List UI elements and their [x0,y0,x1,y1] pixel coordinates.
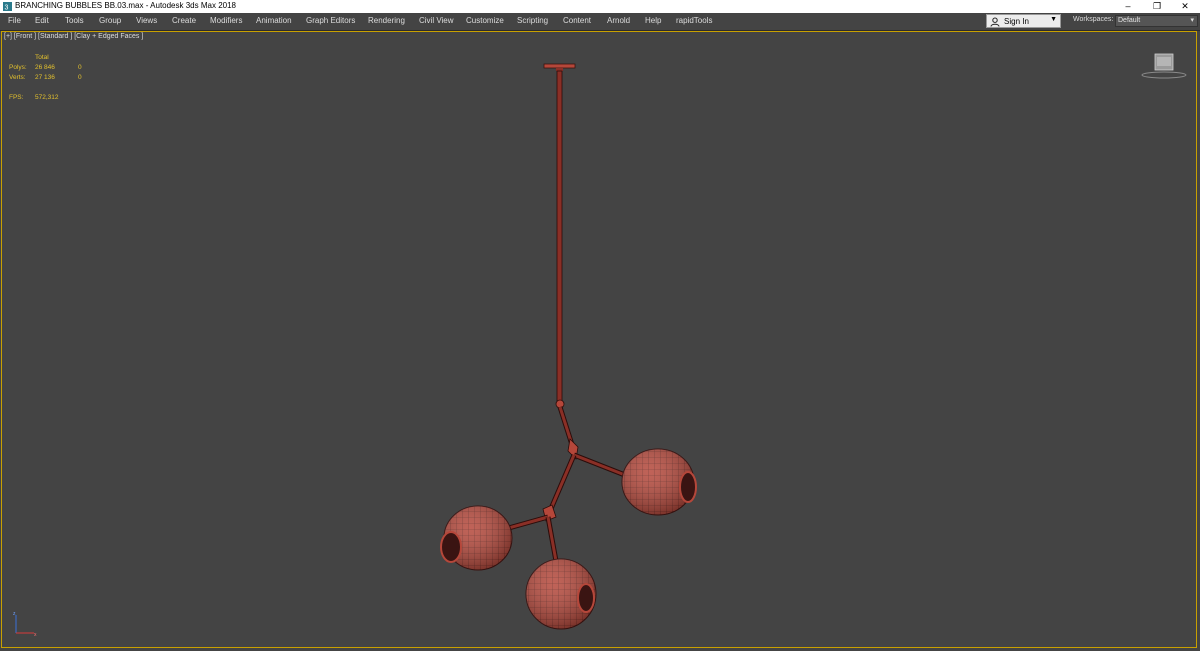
branching-bubbles-mesh[interactable] [0,31,1200,648]
menu-bar: File Edit Tools Group Views Create Modif… [0,13,1200,31]
menu-group[interactable]: Group [99,16,121,25]
menu-scripting[interactable]: Scripting [517,16,548,25]
workspaces-value: Default [1118,17,1141,24]
menu-customize[interactable]: Customize [466,16,504,25]
hanging-rod [556,70,563,402]
menu-create[interactable]: Create [172,16,196,25]
workspaces-label: Workspaces: [1073,16,1114,23]
menu-modifiers[interactable]: Modifiers [210,16,242,25]
workspaces-select[interactable]: Default ▾ [1115,15,1198,27]
menu-rendering[interactable]: Rendering [368,16,405,25]
menu-civil-view[interactable]: Civil View [419,16,454,25]
branch-arms [504,399,631,562]
minimize-button[interactable]: – [1113,0,1143,13]
window-title: BRANCHING BUBBLES BB.03.max - Autodesk 3… [15,1,236,10]
menu-graph-editors[interactable]: Graph Editors [306,16,355,25]
bubble-right [621,448,697,516]
chevron-down-icon: ▾ [1190,17,1194,24]
menu-edit[interactable]: Edit [35,16,49,25]
app-icon: 3 [3,2,12,11]
menu-rapidtools[interactable]: rapidTools [676,16,712,25]
sign-in-label: Sign In [1004,17,1029,26]
svg-text:3: 3 [5,5,9,12]
ceiling-canopy [543,63,576,71]
bubble-left [440,505,513,571]
menu-tools[interactable]: Tools [65,16,84,25]
restore-button[interactable]: ❐ [1142,0,1172,13]
viewport-front[interactable]: [+] [Front ] [Standard ] [Clay + Edged F… [0,31,1200,651]
chevron-down-icon: ▼ [1050,16,1057,23]
menu-animation[interactable]: Animation [256,16,292,25]
menu-file[interactable]: File [8,16,21,25]
user-icon [990,17,1000,27]
menu-help[interactable]: Help [645,16,661,25]
menu-content[interactable]: Content [563,16,591,25]
menu-views[interactable]: Views [136,16,157,25]
menu-arnold[interactable]: Arnold [607,16,630,25]
bubble-bottom [525,558,597,630]
sign-in-dropdown[interactable]: Sign In ▼ [986,14,1061,28]
close-button[interactable]: ✕ [1170,0,1200,13]
title-bar: 3 BRANCHING BUBBLES BB.03.max - Autodesk… [0,0,1200,13]
